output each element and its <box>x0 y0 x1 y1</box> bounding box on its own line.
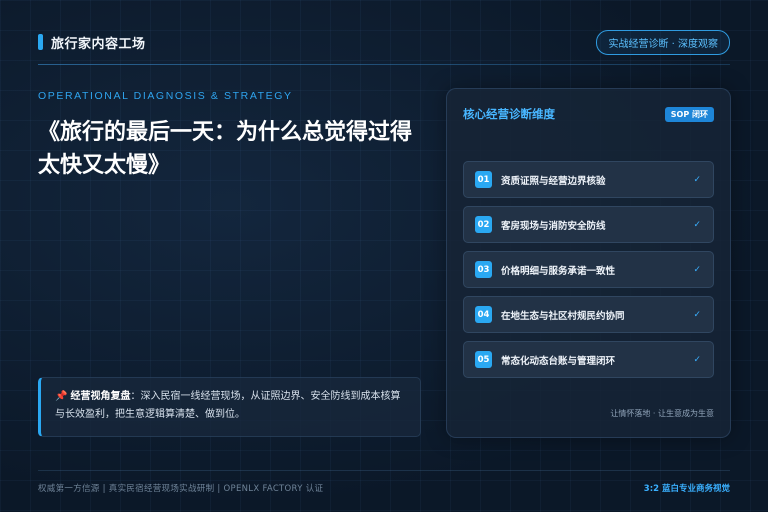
item-label: 常态化动态台账与管理闭环 <box>501 355 616 367</box>
item-number: 04 <box>475 306 492 323</box>
item-label: 在地生态与社区村规民约协同 <box>501 310 625 322</box>
panel-header: 核心经营诊断维度 SOP 闭环 <box>463 105 714 123</box>
check-icon: ✓ <box>693 219 701 230</box>
panel-footer-slogan: 让情怀落地 · 让生意成为生意 <box>610 409 714 418</box>
footer-credits: 权威第一方信源 | 真实民宿经营现场实战研制 | OPENLX FACTORY … <box>38 484 324 494</box>
header: 旅行家内容工场 实战经营诊断 · 深度观察 <box>38 29 730 55</box>
footer-format-label: 3:2 蓝白专业商务视觉 <box>643 484 730 494</box>
check-icon: ✓ <box>693 354 701 365</box>
panel-title: 核心经营诊断维度 <box>463 107 555 121</box>
insight-card: 📌 经营视角复盘：深入民宿一线经营现场，从证照边界、安全防线到成本核算与长效盈利，… <box>38 377 421 437</box>
list-item: 02 客房现场与消防安全防线 ✓ <box>463 206 714 243</box>
list-item: 05 常态化动态台账与管理闭环 ✓ <box>463 341 714 378</box>
header-divider <box>38 64 730 65</box>
brand-accent-bar <box>38 34 43 50</box>
check-icon: ✓ <box>693 309 701 320</box>
sop-badge: SOP 闭环 <box>664 106 714 122</box>
list-item: 04 在地生态与社区村规民约协同 ✓ <box>463 296 714 333</box>
diagnosis-panel: 核心经营诊断维度 SOP 闭环 01 资质证照与经营边界核验 ✓ 02 客房现场… <box>446 88 731 438</box>
check-icon: ✓ <box>693 264 701 275</box>
check-icon: ✓ <box>693 174 701 185</box>
item-number: 01 <box>475 171 492 188</box>
brand-title: 旅行家内容工场 <box>51 36 146 52</box>
item-number: 05 <box>475 351 492 368</box>
footer: 权威第一方信源 | 真实民宿经营现场实战研制 | OPENLX FACTORY … <box>38 482 730 494</box>
page-title: 《旅行的最后一天：为什么总觉得过得太快又太慢》 <box>38 120 413 178</box>
item-number: 03 <box>475 261 492 278</box>
diagnosis-list: 01 资质证照与经营边界核验 ✓ 02 客房现场与消防安全防线 ✓ 03 价格明… <box>463 161 714 386</box>
insight-lead: 经营视角复盘 <box>70 391 131 402</box>
brand: 旅行家内容工场 <box>38 33 146 52</box>
list-item: 01 资质证照与经营边界核验 ✓ <box>463 161 714 198</box>
footer-divider <box>38 470 730 471</box>
item-number: 02 <box>475 216 492 233</box>
pushpin-icon: 📌 <box>55 391 68 402</box>
header-badge: 实战经营诊断 · 深度观察 <box>596 29 730 55</box>
item-label: 客房现场与消防安全防线 <box>501 220 606 232</box>
list-item: 03 价格明细与服务承诺一致性 ✓ <box>463 251 714 288</box>
eyebrow-text: OPERATIONAL DIAGNOSIS & STRATEGY <box>38 90 293 102</box>
item-label: 价格明细与服务承诺一致性 <box>501 265 616 277</box>
item-label: 资质证照与经营边界核验 <box>501 175 606 187</box>
